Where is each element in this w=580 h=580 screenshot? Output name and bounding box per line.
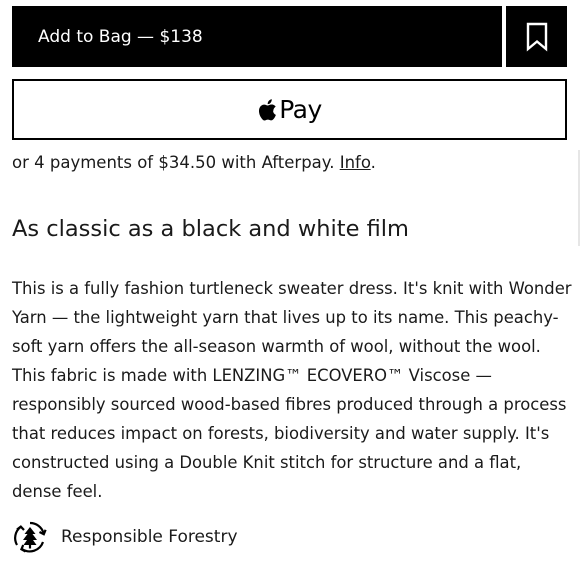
afterpay-message: or 4 payments of $34.50 with Afterpay. I… [12, 153, 376, 172]
product-purchase-panel: Add to Bag — $138 Pay or 4 payments of $… [0, 0, 580, 580]
forest-recycle-icon [14, 521, 47, 553]
afterpay-suffix: . [370, 153, 376, 172]
apple-pay-label: Pay [279, 95, 322, 124]
afterpay-text: or 4 payments of $34.50 with Afterpay. [12, 153, 340, 172]
apple-pay-button[interactable]: Pay [12, 79, 567, 140]
apple-logo-icon [259, 98, 277, 120]
wishlist-button[interactable] [506, 6, 567, 67]
product-description: This is a fully fashion turtleneck sweat… [12, 279, 572, 501]
add-to-bag-button[interactable]: Add to Bag — $138 [12, 6, 502, 67]
cart-actions: Add to Bag — $138 [12, 6, 567, 67]
bookmark-icon [526, 22, 547, 52]
forestry-label: Responsible Forestry [61, 527, 238, 547]
product-heading: As classic as a black and white film [12, 216, 409, 242]
responsible-forestry-badge: Responsible Forestry [12, 520, 238, 554]
afterpay-info-link[interactable]: Info [340, 153, 371, 172]
